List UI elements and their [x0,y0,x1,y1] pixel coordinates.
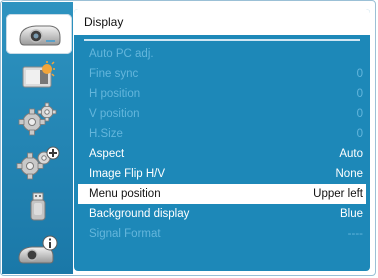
menu-item-aspect[interactable]: Aspect Auto [74,144,370,164]
menu-item-value: ---- [347,228,363,240]
menu-item-label: Fine sync [89,68,139,80]
category-information[interactable] [10,232,66,270]
category-sidebar [2,2,73,274]
projector-icon [19,25,61,46]
menu-item-background-display[interactable]: Background display Blue [74,204,370,224]
menu-item-value: None [335,168,364,180]
menu-item-label: Background display [89,208,190,220]
menu-item-value: 0 [356,68,363,80]
menu-item-h-position: H position 0 [74,84,370,104]
menu-item-label: Image Flip H/V [89,168,166,180]
menu-item-value: Blue [339,208,363,220]
usb-icon [30,192,46,221]
menu-item-value: Auto [339,148,363,160]
menu-item-h-size: H.Size 0 [74,124,370,144]
menu-item-signal-format: Signal Format ---- [74,224,370,244]
menu-item-label: Menu position [89,188,161,200]
menu-item-label: Aspect [89,148,125,160]
expanded-settings-gear-icon [16,146,60,180]
page-title: Display [74,9,370,35]
menu-item-label: Signal Format [89,228,161,240]
menu-item-label: Auto PC adj. [89,48,154,60]
menu-item-auto-pc-adj: Auto PC adj. [74,44,370,64]
image-adjust-icon [22,61,55,88]
menu-item-value: 0 [356,128,363,140]
menu-panel: Display Auto PC adj. Fine sync 0 H posit… [74,9,370,271]
category-image-adjust[interactable] [10,57,66,95]
information-icon [18,235,58,264]
menu-item-v-position: V position 0 [74,104,370,124]
menu-item-fine-sync: Fine sync 0 [74,64,370,84]
menu-item-image-flip[interactable]: Image Flip H/V None [74,164,370,184]
menu-item-label: H position [89,88,141,100]
category-memory-viewer[interactable] [10,188,66,226]
menu-item-menu-position[interactable]: Menu position Upper left [78,184,366,204]
title-divider [84,39,360,41]
menu-item-value: Upper left [313,188,363,200]
menu-item-label: H.Size [89,128,123,140]
menu-item-value: 0 [356,108,363,120]
menu-item-label: V position [89,108,140,120]
menu-list: Auto PC adj. Fine sync 0 H position 0 V … [74,44,370,244]
category-setting[interactable] [10,100,66,138]
category-display[interactable] [6,14,72,54]
osd-menu: Display Auto PC adj. Fine sync 0 H posit… [0,0,376,276]
category-expanded-setting[interactable] [10,144,66,182]
settings-gear-icon [18,102,57,136]
menu-item-value: 0 [356,88,363,100]
